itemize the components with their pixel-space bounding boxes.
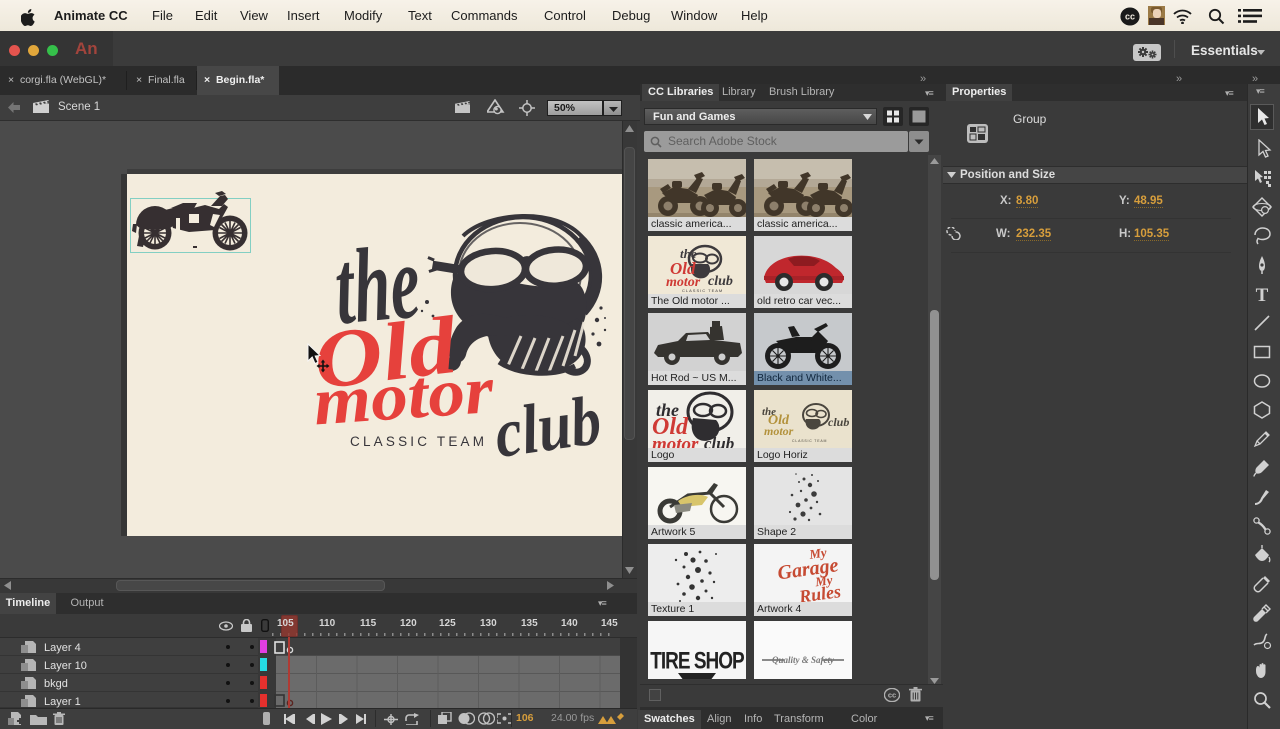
svg-text:CLASSIC TEAM: CLASSIC TEAM bbox=[682, 288, 723, 293]
svg-text:motor: motor bbox=[764, 424, 794, 438]
svg-text:CLASSIC TEAM: CLASSIC TEAM bbox=[350, 434, 487, 449]
svg-text:Quality & Safety: Quality & Safety bbox=[772, 655, 835, 665]
svg-text:motor: motor bbox=[652, 434, 699, 448]
svg-text:T: T bbox=[1256, 285, 1269, 304]
svg-text:TIRE SHOP: TIRE SHOP bbox=[650, 648, 744, 675]
svg-text:club: club bbox=[828, 415, 849, 429]
svg-text:cc: cc bbox=[1125, 12, 1135, 22]
svg-text:cc: cc bbox=[888, 691, 896, 700]
svg-text:CLASSIC TEAM: CLASSIC TEAM bbox=[792, 439, 827, 443]
svg-text:club: club bbox=[490, 382, 606, 473]
svg-text:club: club bbox=[704, 434, 734, 448]
svg-text:motor: motor bbox=[311, 351, 496, 439]
svg-text:club: club bbox=[708, 274, 733, 289]
